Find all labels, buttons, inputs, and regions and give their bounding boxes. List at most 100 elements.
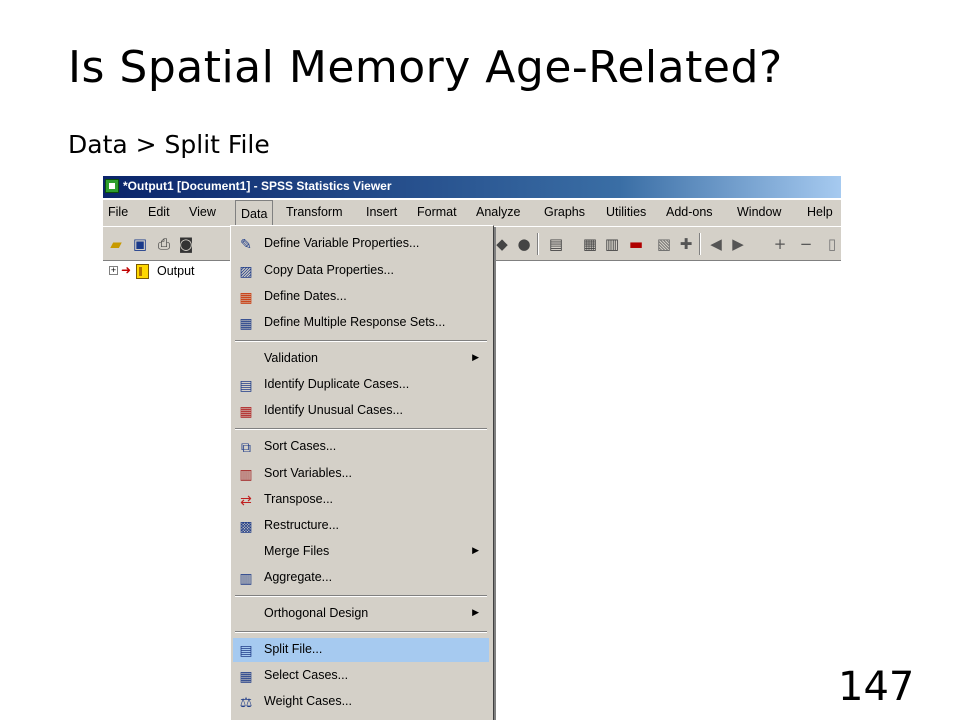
menu-item-label: Identify Unusual Cases...	[264, 403, 403, 417]
sort-cases-icon: ⧉	[241, 439, 251, 455]
print-icon[interactable]: ⎙	[155, 235, 173, 253]
menu-separator	[235, 428, 487, 430]
menu-separator	[235, 340, 487, 342]
menu-item-define-multiple-response-sets[interactable]: ▦ Define Multiple Response Sets...	[233, 311, 489, 335]
menubar: File Edit View Data Transform Insert For…	[103, 200, 841, 226]
menu-item-define-dates[interactable]: ▦ Define Dates...	[233, 285, 489, 309]
menu-item-label: Transpose...	[264, 492, 334, 506]
output-book-icon	[136, 264, 149, 279]
define-variable-properties-icon: ✎	[240, 236, 252, 252]
menu-item-label: Define Multiple Response Sets...	[264, 315, 446, 329]
toolbar-separator	[537, 233, 539, 255]
menu-item-label: Orthogonal Design	[264, 606, 369, 620]
sort-variables-icon: ▥	[239, 466, 253, 482]
menu-item-select-cases[interactable]: ▦ Select Cases...	[233, 664, 489, 688]
save-icon[interactable]: ▣	[131, 235, 149, 253]
tree-arrow-icon: ➜	[121, 263, 132, 277]
copy-data-properties-icon: ▨	[239, 263, 253, 279]
select-cases-tool-icon[interactable]: ▦	[581, 235, 599, 253]
menu-format[interactable]: Format	[417, 205, 457, 219]
slide-title: Is Spatial Memory Age-Related?	[68, 42, 783, 93]
split-file-tool-icon[interactable]: ▤	[547, 235, 565, 253]
add-icon[interactable]: ✚	[677, 235, 695, 253]
menu-utilities[interactable]: Utilities	[606, 205, 646, 219]
menu-item-weight-cases[interactable]: ⚖ Weight Cases...	[233, 690, 489, 714]
toolbar-separator	[699, 233, 701, 255]
menu-window[interactable]: Window	[737, 205, 781, 219]
restructure-icon: ▩	[239, 518, 253, 534]
shapes-icon[interactable]: ●	[515, 235, 533, 253]
expand-icon[interactable]: +	[771, 235, 789, 253]
menu-item-label: Validation	[264, 351, 318, 365]
menu-item-label: Weight Cases...	[264, 694, 353, 708]
tree-output-label[interactable]: Output	[157, 264, 195, 278]
menu-item-sort-cases[interactable]: ⧉ Sort Cases...	[233, 435, 489, 459]
scale-icon: ⚖	[239, 694, 253, 710]
submenu-arrow-icon: ▶	[472, 545, 479, 555]
forward-arrow-icon[interactable]: ▶	[729, 235, 747, 253]
page-number: 147	[838, 664, 915, 710]
window-titlebar: *Output1 [Document1] - SPSS Statistics V…	[103, 176, 841, 198]
spss-screenshot: *Output1 [Document1] - SPSS Statistics V…	[103, 176, 841, 720]
menu-item-copy-data-properties[interactable]: ▨ Copy Data Properties...	[233, 259, 489, 283]
weight-tool-icon[interactable]: ▥	[603, 235, 621, 253]
slide-subtitle: Data > Split File	[68, 130, 270, 159]
menu-item-identify-duplicate-cases[interactable]: ▤ Identify Duplicate Cases...	[233, 373, 489, 397]
menu-item-label: Split File...	[264, 642, 323, 656]
menu-item-label: Identify Duplicate Cases...	[264, 377, 410, 391]
menu-item-label: Define Dates...	[264, 289, 347, 303]
data-menu-dropdown: ✎ Define Variable Properties... ▨ Copy D…	[230, 225, 494, 720]
menu-item-label: Copy Data Properties...	[264, 263, 394, 277]
select-cases-icon: ▦	[239, 668, 253, 684]
submenu-arrow-icon: ▶	[472, 607, 479, 617]
menu-item-label: Restructure...	[264, 518, 340, 532]
calendar-icon: ▦	[239, 289, 253, 305]
print-preview-icon[interactable]: ◙	[177, 235, 195, 253]
menu-item-merge-files[interactable]: Merge Files ▶	[233, 540, 489, 564]
back-arrow-icon[interactable]: ◀	[707, 235, 725, 253]
multiple-response-icon: ▦	[239, 315, 253, 331]
menu-transform[interactable]: Transform	[286, 205, 343, 219]
tree-expander[interactable]: +	[109, 266, 118, 275]
menu-item-label: Merge Files	[264, 544, 330, 558]
unusual-cases-icon: ▦	[239, 403, 253, 419]
transpose-icon: ⇄	[240, 492, 252, 508]
show-icon[interactable]: ▯	[823, 235, 841, 253]
menu-addons[interactable]: Add-ons	[666, 205, 713, 219]
menu-separator	[235, 595, 487, 597]
app-icon	[105, 179, 119, 193]
menu-data[interactable]: Data	[235, 200, 274, 226]
menu-edit[interactable]: Edit	[148, 205, 170, 219]
open-folder-icon[interactable]: ▰	[107, 235, 125, 253]
menu-item-label: Define Variable Properties...	[264, 236, 420, 250]
menu-item-label: Select Cases...	[264, 668, 349, 682]
menu-item-define-variable-properties[interactable]: ✎ Define Variable Properties...	[233, 232, 489, 256]
chart-icon[interactable]: ◆	[493, 235, 511, 253]
duplicate-cases-icon: ▤	[239, 377, 253, 393]
menu-view[interactable]: View	[189, 205, 216, 219]
menu-item-transpose[interactable]: ⇄ Transpose...	[233, 488, 489, 512]
menu-item-label: Sort Cases...	[264, 439, 337, 453]
menu-separator	[235, 631, 487, 633]
insert-icon[interactable]: ▧	[655, 235, 673, 253]
split-file-icon: ▤	[239, 642, 253, 658]
menu-item-aggregate[interactable]: ▥ Aggregate...	[233, 566, 489, 590]
menu-item-restructure[interactable]: ▩ Restructure...	[233, 514, 489, 538]
window-title: *Output1 [Document1] - SPSS Statistics V…	[123, 179, 392, 193]
menu-analyze[interactable]: Analyze	[476, 205, 520, 219]
menu-item-label: Aggregate...	[264, 570, 333, 584]
menu-insert[interactable]: Insert	[366, 205, 397, 219]
menu-item-validation[interactable]: Validation ▶	[233, 347, 489, 371]
menu-item-sort-variables[interactable]: ▥ Sort Variables...	[233, 462, 489, 486]
submenu-arrow-icon: ▶	[472, 352, 479, 362]
menu-item-orthogonal-design[interactable]: Orthogonal Design ▶	[233, 602, 489, 626]
menu-item-identify-unusual-cases[interactable]: ▦ Identify Unusual Cases...	[233, 399, 489, 423]
export-icon[interactable]: ▬	[627, 235, 645, 253]
menu-item-label: Sort Variables...	[264, 466, 353, 480]
menu-item-split-file[interactable]: ▤ Split File...	[233, 638, 489, 662]
menu-graphs[interactable]: Graphs	[544, 205, 585, 219]
menu-help[interactable]: Help	[807, 205, 833, 219]
menu-file[interactable]: File	[108, 205, 128, 219]
collapse-icon[interactable]: −	[797, 235, 815, 253]
aggregate-icon: ▥	[239, 570, 253, 586]
